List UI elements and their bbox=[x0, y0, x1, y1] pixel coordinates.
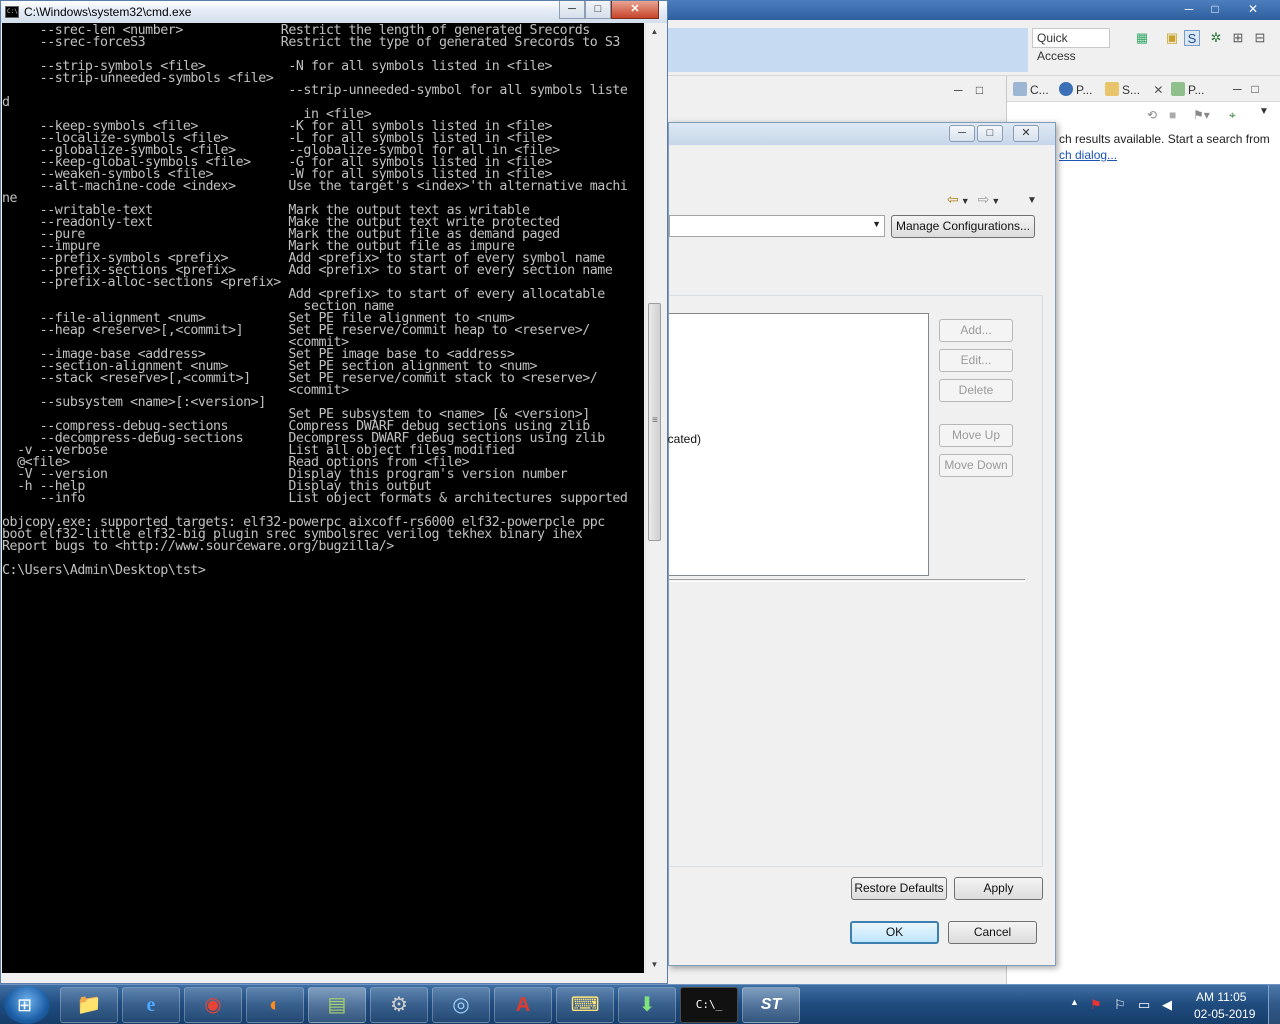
configuration-select[interactable]: ▼ bbox=[669, 215, 885, 237]
dialog-close-button[interactable]: ✕ bbox=[1013, 125, 1039, 142]
debug-perspective-icon[interactable]: ✲ bbox=[1208, 30, 1224, 46]
delete-button[interactable]: Delete bbox=[939, 379, 1013, 402]
windows-logo-icon: ⊞ bbox=[17, 995, 33, 1015]
chevron-down-icon: ▼ bbox=[872, 219, 881, 229]
tab-label: P... bbox=[1076, 83, 1093, 97]
dialog-minimize-button[interactable]: ─ bbox=[949, 125, 975, 142]
st-perspective-icon[interactable]: S bbox=[1184, 30, 1200, 46]
taskbar-network[interactable]: ◎ bbox=[432, 987, 490, 1023]
scroll-up-icon[interactable]: ▲ bbox=[646, 23, 663, 40]
eclipse-minimize-button[interactable]: ─ bbox=[1176, 0, 1202, 18]
details-area bbox=[669, 585, 1025, 855]
editor-view-controls[interactable]: ─ □ bbox=[954, 83, 994, 97]
tray-expand-icon[interactable]: ▲ bbox=[1070, 997, 1079, 1007]
taskbar-st[interactable]: ST bbox=[742, 987, 800, 1023]
history-icon[interactable]: ⚑▾ bbox=[1193, 108, 1210, 122]
taskbar-file-explorer[interactable]: 📁 bbox=[60, 987, 118, 1023]
cancel-button[interactable]: Cancel bbox=[948, 921, 1037, 944]
minimize-button[interactable]: ─ bbox=[559, 1, 585, 19]
perspective-icon-2[interactable]: ⊟ bbox=[1252, 30, 1268, 46]
taskbar: ⊞ 📁 e ◉ ◐ ▤ ⚙ ◎ A ⌨ ⬇ C:\_ ST ▲ ⚑ ⚐ ▭ ◀ … bbox=[0, 984, 1280, 1024]
preferences-dialog: ─ □ ✕ ⇦ ▼ ⇨ ▼ ▼ ▼ Manage Configurations... … bbox=[661, 122, 1056, 966]
apply-button[interactable]: Apply bbox=[954, 877, 1043, 900]
console-icon bbox=[1013, 82, 1027, 96]
view-tabs: C... P... S... ✕ P... ─ □ bbox=[1007, 76, 1280, 102]
taskbar-install[interactable]: ⬇ bbox=[618, 987, 676, 1023]
perspective-icon[interactable]: ⊞ bbox=[1230, 30, 1246, 46]
scroll-down-icon[interactable]: ▼ bbox=[646, 956, 663, 973]
tab-properties[interactable]: P... bbox=[1059, 82, 1092, 97]
search-dialog-link[interactable]: ch dialog... bbox=[1059, 148, 1117, 162]
tab-search[interactable]: S... ✕ bbox=[1105, 82, 1163, 97]
move-down-button[interactable]: Move Down bbox=[939, 454, 1013, 477]
pin-icon[interactable]: ⌖ bbox=[1229, 108, 1236, 123]
back-arrow-icon[interactable]: ⇦ bbox=[947, 191, 959, 207]
taskbar-cmd[interactable]: C:\_ bbox=[680, 987, 738, 1023]
close-icon[interactable]: ✕ bbox=[1153, 83, 1163, 97]
taskbar-firefox[interactable]: ◐ bbox=[246, 987, 304, 1023]
console-output[interactable]: --srec-len <number> Restrict the length … bbox=[2, 23, 644, 973]
forward-arrow-icon[interactable]: ⇨ bbox=[978, 191, 990, 207]
tab-label: C... bbox=[1030, 83, 1049, 97]
vertical-scrollbar[interactable]: ▲ ≡ ▼ bbox=[645, 23, 662, 973]
show-desktop-button[interactable] bbox=[1268, 985, 1280, 1024]
taskbar-acrobat[interactable]: A bbox=[494, 987, 552, 1023]
cmd-bottom-border bbox=[1, 973, 667, 983]
window-title: C:\Windows\system32\cmd.exe bbox=[24, 5, 192, 19]
clock-date[interactable]: 02-05-2019 bbox=[1194, 1007, 1255, 1021]
add-button[interactable]: Add... bbox=[939, 319, 1013, 342]
tab-console[interactable]: C... bbox=[1013, 82, 1049, 97]
tab-progress[interactable]: P... bbox=[1171, 82, 1204, 97]
edit-button[interactable]: Edit... bbox=[939, 349, 1013, 372]
ok-button[interactable]: OK bbox=[850, 921, 939, 944]
view-minmax-controls[interactable]: ─ □ bbox=[1233, 82, 1259, 96]
taskbar-chrome[interactable]: ◉ bbox=[184, 987, 242, 1023]
cmd-window: C:\ C:\Windows\system32\cmd.exe ─ □ ✕ --… bbox=[0, 0, 668, 984]
volume-icon[interactable]: ◀ bbox=[1162, 997, 1172, 1013]
maximize-button[interactable]: □ bbox=[585, 1, 611, 19]
taskbar-internet-explorer[interactable]: e bbox=[122, 987, 180, 1023]
taskbar-remote-desktop[interactable]: ⌨ bbox=[556, 987, 614, 1023]
flag-icon[interactable]: ⚑ bbox=[1090, 997, 1102, 1013]
restore-defaults-button[interactable]: Restore Defaults bbox=[851, 877, 947, 900]
dialog-titlebar: ─ □ ✕ bbox=[669, 123, 1055, 145]
chevron-down-icon[interactable]: ▼ bbox=[991, 196, 1000, 206]
history-navigation: ⇦ ▼ ⇨ ▼ bbox=[947, 191, 1008, 208]
dialog-maximize-button[interactable]: □ bbox=[977, 125, 1003, 142]
network-icon[interactable]: ▭ bbox=[1138, 997, 1150, 1013]
eclipse-titlebar: ─ □ ✕ bbox=[668, 0, 1280, 20]
search-empty-message: ch results available. Start a search fro… bbox=[1059, 132, 1270, 146]
taskbar-task-manager[interactable]: ▤ bbox=[308, 987, 366, 1023]
move-up-button[interactable]: Move Up bbox=[939, 424, 1013, 447]
eclipse-close-button[interactable]: ✕ bbox=[1240, 0, 1266, 18]
separator bbox=[669, 579, 1025, 582]
scroll-thumb[interactable]: ≡ bbox=[648, 303, 661, 541]
tab-label: S... bbox=[1122, 83, 1141, 97]
chevron-down-icon[interactable]: ▼ bbox=[961, 196, 970, 206]
grip-icon: ≡ bbox=[652, 415, 658, 426]
refresh-icon[interactable]: ⟲ bbox=[1147, 108, 1157, 122]
console-text: --srec-len <number> Restrict the length … bbox=[2, 23, 628, 578]
search-icon bbox=[1105, 82, 1119, 96]
manage-configurations-button[interactable]: Manage Configurations... bbox=[891, 215, 1035, 238]
close-button[interactable]: ✕ bbox=[611, 1, 659, 19]
open-perspective-icon[interactable]: ▦ bbox=[1134, 30, 1150, 46]
eclipse-maximize-button[interactable]: □ bbox=[1202, 0, 1228, 18]
quick-access-input[interactable]: Quick Access bbox=[1032, 28, 1110, 63]
resource-perspective-icon[interactable]: ▣ bbox=[1164, 30, 1180, 46]
stop-icon[interactable]: ■ bbox=[1169, 108, 1176, 122]
tab-label: P... bbox=[1188, 83, 1205, 97]
cmd-titlebar[interactable]: C:\ C:\Windows\system32\cmd.exe ─ □ ✕ bbox=[1, 1, 667, 23]
start-button[interactable]: ⊞ bbox=[4, 986, 50, 1024]
settings-list[interactable]: ecated) bbox=[661, 313, 929, 576]
properties-icon bbox=[1059, 82, 1073, 96]
clock-time[interactable]: AM 11:05 bbox=[1196, 990, 1246, 1004]
cmd-icon: C:\ bbox=[5, 6, 19, 18]
taskbar-tool[interactable]: ⚙ bbox=[370, 987, 428, 1023]
view-menu-icon[interactable]: ▼ bbox=[1259, 106, 1269, 117]
eclipse-editor-header bbox=[668, 28, 1028, 72]
progress-icon bbox=[1171, 82, 1185, 96]
action-center-icon[interactable]: ⚐ bbox=[1114, 997, 1126, 1013]
page-menu-icon[interactable]: ▼ bbox=[1027, 195, 1037, 206]
